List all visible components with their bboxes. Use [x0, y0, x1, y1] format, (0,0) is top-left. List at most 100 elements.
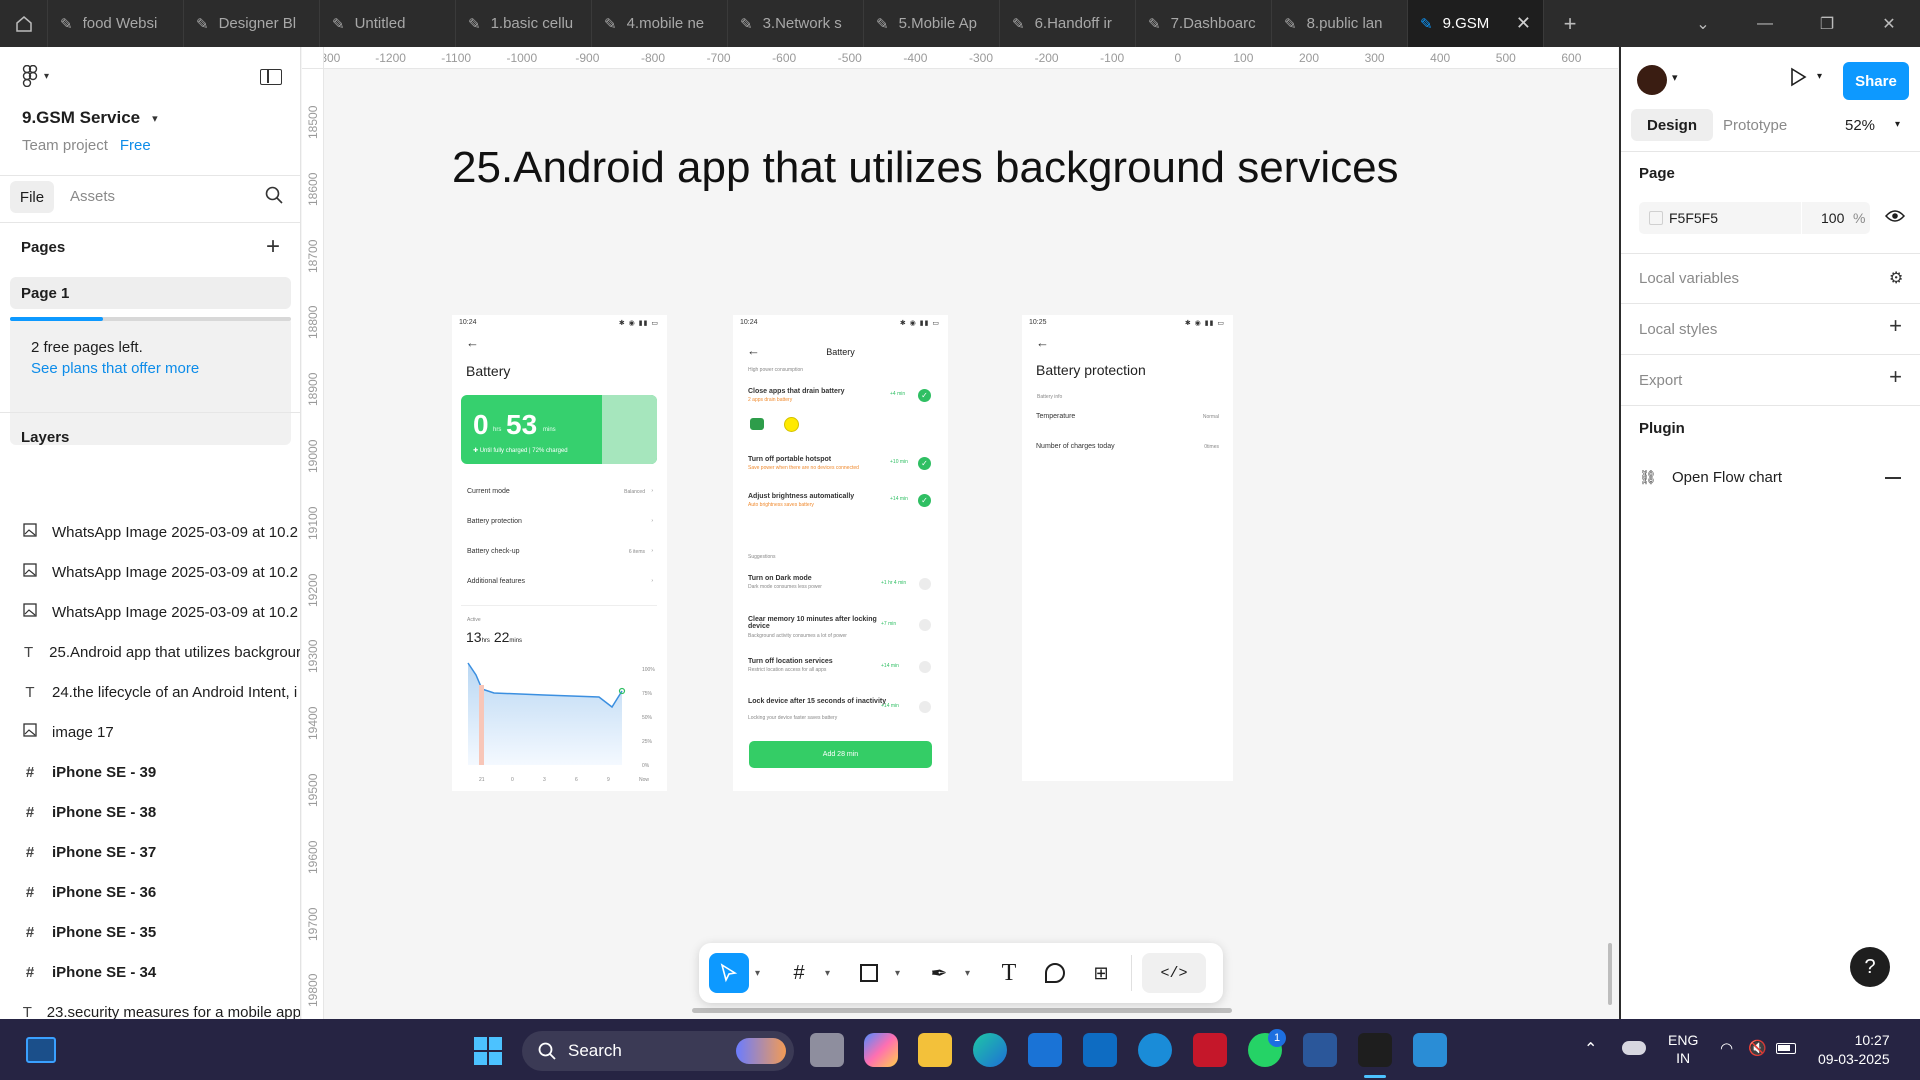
file-explorer-icon[interactable]: [918, 1033, 952, 1067]
wifi-icon[interactable]: ◠: [1720, 1039, 1733, 1057]
chevron-down-icon[interactable]: ▾: [1672, 71, 1678, 84]
file-tab[interactable]: ✎ 6.Handoff ir: [1000, 0, 1136, 47]
close-tab-icon[interactable]: ✕: [1516, 13, 1531, 34]
shape-tool-button[interactable]: [849, 953, 889, 993]
canvas[interactable]: -1300 -1200 -1100 -1000 -900 -800 -700 -600 -500…: [302, 47, 1618, 1019]
color-swatch[interactable]: [1649, 211, 1663, 225]
battery-icon[interactable]: [1776, 1043, 1796, 1054]
onedrive-icon[interactable]: [1622, 1041, 1646, 1055]
page-color-hex[interactable]: F5F5F5: [1669, 210, 1718, 226]
page-color-field[interactable]: F5F5F5 100 %: [1639, 202, 1870, 234]
word-icon[interactable]: [1303, 1033, 1337, 1067]
language-indicator[interactable]: ENG IN: [1668, 1031, 1698, 1067]
store-icon[interactable]: [1028, 1033, 1062, 1067]
chevron-down-icon[interactable]: ⌄: [1672, 0, 1734, 47]
frame-tool-button[interactable]: #: [779, 953, 819, 993]
maximize-button[interactable]: ❐: [1796, 0, 1858, 47]
plugin-open-flow-chart[interactable]: Open Flow chart: [1672, 469, 1782, 486]
text-tool-button[interactable]: T: [989, 953, 1029, 993]
file-tab[interactable]: ✎ 4.mobile ne: [592, 0, 728, 47]
layer-item[interactable]: WhatsApp Image 2025-03-09 at 10.2: [0, 592, 300, 632]
plan-badge[interactable]: Free: [120, 137, 151, 154]
phone-screenshot-battery[interactable]: 10:24 ✱ ◉ ▮▮ ▭ ← Battery 0 hrs 53 mins ✚…: [452, 315, 667, 791]
page-opacity[interactable]: 100: [1821, 210, 1844, 226]
layer-item[interactable]: # iPhone SE - 39: [0, 752, 300, 792]
file-tab-active[interactable]: ✎ 9.GSM ✕: [1408, 0, 1544, 47]
copilot-icon[interactable]: [864, 1033, 898, 1067]
remove-plugin-button[interactable]: [1885, 477, 1901, 479]
chevron-down-icon[interactable]: ▾: [895, 968, 905, 979]
windows-start-icon[interactable]: [474, 1037, 502, 1065]
pen-tool-button[interactable]: ✒: [919, 953, 959, 993]
add-export-button[interactable]: +: [1889, 364, 1902, 390]
phone-screenshot-battery-protection[interactable]: 10:25 ✱ ◉ ▮▮ ▭ ← Battery protection Batt…: [1022, 315, 1233, 781]
clock[interactable]: 10:27 09-03-2025: [1818, 1031, 1890, 1069]
zoom-level[interactable]: 52%: [1845, 117, 1875, 134]
chevron-up-icon[interactable]: ⌃: [1584, 1039, 1597, 1059]
file-tab[interactable]: ✎ 1.basic cellu: [456, 0, 592, 47]
new-tab-button[interactable]: +: [1544, 0, 1596, 47]
avatar[interactable]: [1637, 65, 1667, 95]
file-tab[interactable]: ✎ 8.public lan: [1272, 0, 1408, 47]
mcafee-icon[interactable]: [1193, 1033, 1227, 1067]
main-menu-button[interactable]: ▾: [22, 65, 49, 87]
canvas-heading[interactable]: 25.Android app that utilizes background …: [452, 143, 1399, 193]
volume-muted-icon[interactable]: 🔇: [1748, 1039, 1767, 1057]
layer-item[interactable]: WhatsApp Image 2025-03-09 at 10.2: [0, 512, 300, 552]
home-tab[interactable]: [0, 0, 48, 47]
tab-assets[interactable]: Assets: [70, 188, 115, 205]
dev-mode-toggle[interactable]: </>: [1142, 953, 1206, 993]
chevron-down-icon[interactable]: ▾: [1817, 71, 1822, 82]
search-icon[interactable]: [265, 186, 283, 209]
layer-item[interactable]: image 17: [0, 712, 300, 752]
photos-icon[interactable]: [1413, 1033, 1447, 1067]
layer-item[interactable]: # iPhone SE - 38: [0, 792, 300, 832]
myhp-icon[interactable]: [1083, 1033, 1117, 1067]
chevron-down-icon[interactable]: ▾: [1895, 119, 1900, 130]
page-item-1[interactable]: Page 1: [10, 277, 291, 309]
local-styles-label[interactable]: Local styles: [1639, 321, 1717, 338]
local-variables-label[interactable]: Local variables: [1639, 270, 1739, 287]
phone-screenshot-battery-optimize[interactable]: 10:24 ✱ ◉ ▮▮ ▭ ← Battery High power cons…: [733, 315, 948, 791]
chevron-down-icon[interactable]: ▾: [825, 968, 835, 979]
add-style-button[interactable]: +: [1889, 313, 1902, 339]
edge-icon[interactable]: [973, 1033, 1007, 1067]
actions-button[interactable]: ⊞: [1081, 953, 1121, 993]
help-button[interactable]: ?: [1850, 947, 1890, 987]
file-tab[interactable]: ✎ Untitled: [320, 0, 456, 47]
add-page-button[interactable]: +: [266, 233, 280, 261]
taskbar-search[interactable]: Search: [522, 1031, 794, 1071]
tab-prototype[interactable]: Prototype: [1713, 117, 1787, 134]
layer-item[interactable]: # iPhone SE - 36: [0, 872, 300, 912]
layer-item[interactable]: T 24.the lifecycle of an Android Intent, …: [0, 672, 300, 712]
present-button[interactable]: [1789, 67, 1807, 92]
layer-item[interactable]: T 25.Android app that utilizes backgrour: [0, 632, 300, 672]
task-view-icon[interactable]: [810, 1033, 844, 1067]
close-window-button[interactable]: ✕: [1858, 0, 1920, 47]
tab-design[interactable]: Design: [1631, 109, 1713, 141]
file-tab[interactable]: ✎ 5.Mobile Ap: [864, 0, 1000, 47]
layer-item[interactable]: T 23.security measures for a mobile app: [0, 992, 300, 1020]
sidebar-toggle-icon[interactable]: [260, 69, 282, 85]
see-plans-link[interactable]: See plans that offer more: [31, 360, 199, 377]
layer-item[interactable]: # iPhone SE - 37: [0, 832, 300, 872]
layer-item[interactable]: WhatsApp Image 2025-03-09 at 10.2: [0, 552, 300, 592]
figma-app-icon[interactable]: [1358, 1033, 1392, 1067]
move-tool-button[interactable]: [709, 953, 749, 993]
file-tab[interactable]: ✎ Designer Bl: [184, 0, 320, 47]
eye-icon[interactable]: [1884, 209, 1906, 228]
layer-item[interactable]: # iPhone SE - 35: [0, 912, 300, 952]
layer-item[interactable]: # iPhone SE - 34: [0, 952, 300, 992]
comment-tool-button[interactable]: [1035, 953, 1075, 993]
horizontal-scrollbar[interactable]: [692, 1008, 1232, 1013]
vertical-scrollbar[interactable]: [1608, 943, 1612, 1005]
export-label[interactable]: Export: [1639, 372, 1682, 389]
chevron-down-icon[interactable]: ▾: [965, 968, 975, 979]
help-app-icon[interactable]: [1138, 1033, 1172, 1067]
variables-icon[interactable]: ⚙: [1889, 268, 1903, 288]
minimize-button[interactable]: —: [1734, 0, 1796, 47]
project-title[interactable]: 9.GSM Service ▾: [22, 108, 158, 128]
tab-file[interactable]: File: [10, 181, 54, 213]
file-tab[interactable]: ✎ 3.Network s: [728, 0, 864, 47]
widgets-icon[interactable]: [26, 1037, 56, 1063]
